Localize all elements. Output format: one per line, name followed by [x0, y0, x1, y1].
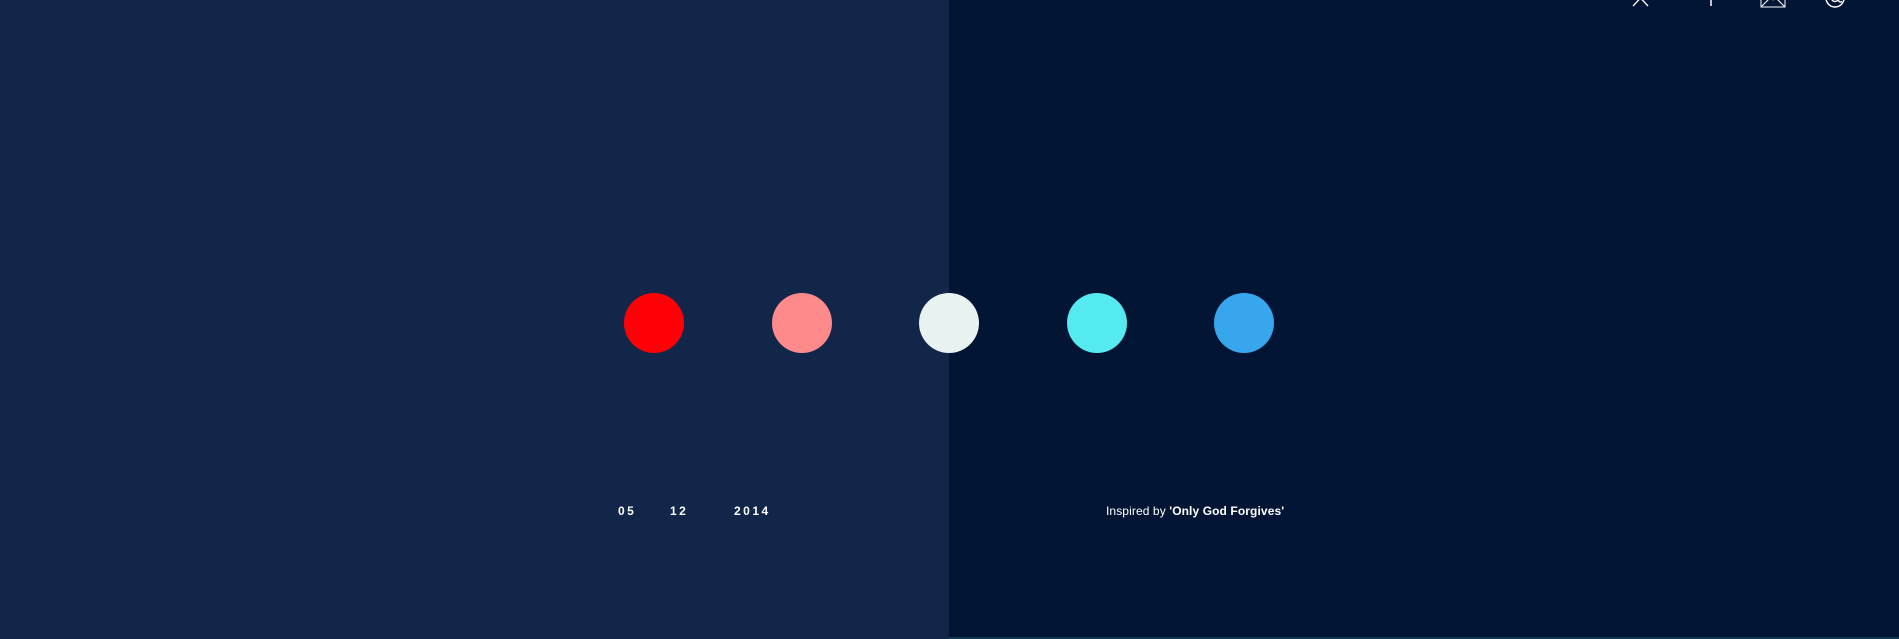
swatch-blue[interactable] [1214, 293, 1274, 353]
info-icon[interactable] [1703, 0, 1737, 10]
credit-text: Inspired by 'Only God Forgives' [1106, 504, 1284, 518]
credit-prefix: Inspired by [1106, 504, 1170, 518]
credit-title: 'Only God Forgives' [1169, 504, 1285, 518]
date-year: 2014 [734, 504, 771, 518]
at-icon[interactable] [1824, 0, 1858, 10]
mail-icon[interactable] [1760, 0, 1794, 10]
swatch-red[interactable] [624, 293, 684, 353]
date-day: 05 [618, 504, 637, 518]
date-month: 12 [670, 504, 689, 518]
swatch-pink[interactable] [772, 293, 832, 353]
close-icon[interactable] [1630, 0, 1664, 10]
swatch-off-white[interactable] [919, 293, 979, 353]
swatch-cyan[interactable] [1067, 293, 1127, 353]
palette-page: 05 12 2014 Inspired by 'Only God Forgive… [0, 0, 1899, 639]
